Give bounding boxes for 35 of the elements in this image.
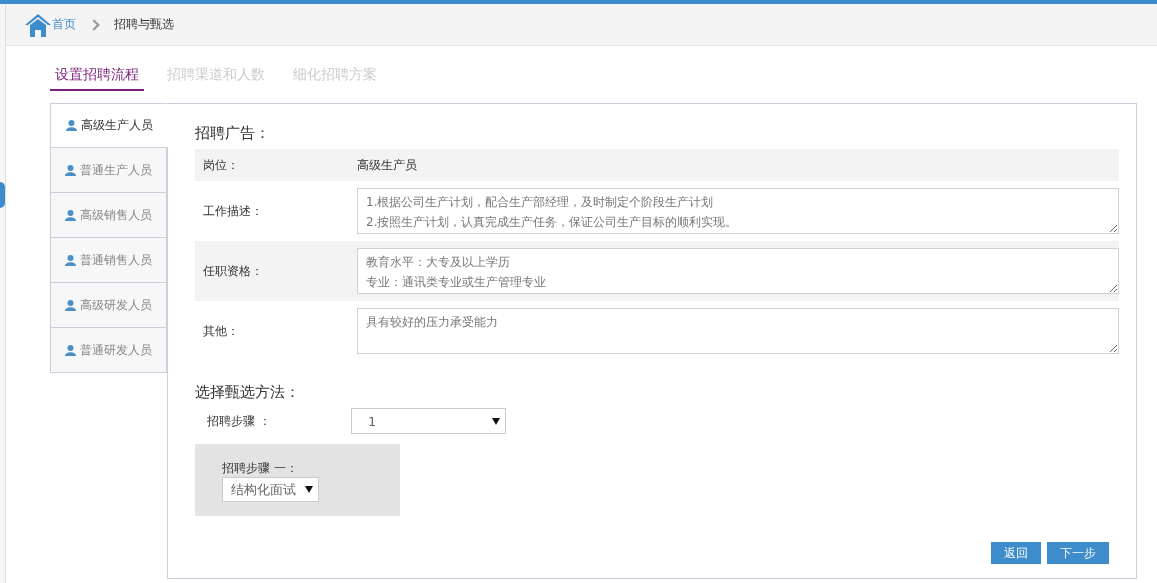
action-button[interactable]: 返回 bbox=[991, 542, 1041, 564]
home-link[interactable]: 首页 bbox=[52, 16, 76, 33]
user-icon bbox=[65, 344, 76, 356]
field-label: 招聘步骤 一： bbox=[222, 460, 299, 477]
tab[interactable]: 设置招聘流程 bbox=[50, 64, 144, 91]
field-value: 高级生产员 bbox=[357, 156, 417, 174]
user-icon bbox=[65, 209, 76, 221]
sidebar-item[interactable]: 高级生产人员 bbox=[50, 103, 168, 148]
user-icon bbox=[65, 299, 76, 311]
home-icon[interactable] bbox=[24, 11, 52, 38]
text-area[interactable]: 1.根据公司生产计划，配合生产部经理，及时制定个阶段生产计划 2.按照生产计划，认真完成生产任务，保证公司生产目标的顺利实现。 bbox=[357, 188, 1119, 234]
field-label: 任职资格： bbox=[202, 262, 264, 280]
user-icon bbox=[65, 164, 76, 176]
section-title: 选择甄选方法： bbox=[195, 383, 301, 402]
dropdown[interactable]: 1 bbox=[351, 408, 506, 434]
field-label: 工作描述： bbox=[202, 202, 264, 220]
user-icon bbox=[65, 254, 76, 266]
section-title: 招聘广告： bbox=[195, 124, 271, 143]
field-label: 招聘步骤 ： bbox=[207, 412, 272, 430]
sidebar-item[interactable]: 高级销售人员 bbox=[50, 193, 167, 238]
action-button[interactable]: 下一步 bbox=[1047, 542, 1109, 564]
dropdown[interactable]: 结构化面试 bbox=[222, 477, 319, 502]
caret-icon bbox=[492, 417, 500, 425]
collapse-handle[interactable] bbox=[0, 182, 5, 208]
text-area[interactable]: 具有较好的压力承受能力 bbox=[357, 308, 1119, 354]
user-icon bbox=[65, 120, 77, 131]
caret-icon bbox=[305, 486, 313, 493]
sidebar-item[interactable]: 普通研发人员 bbox=[50, 328, 167, 373]
field-label: 其他： bbox=[202, 322, 240, 340]
field-label: 岗位： bbox=[202, 156, 240, 174]
sidebar-item[interactable]: 普通销售人员 bbox=[50, 238, 167, 283]
sidebar-item[interactable]: 高级研发人员 bbox=[50, 283, 167, 328]
breadcrumb-current: 招聘与甄选 bbox=[114, 16, 174, 33]
sidebar-item[interactable]: 普通生产人员 bbox=[50, 148, 167, 193]
text-area[interactable]: 教育水平：大专及以上学历 专业：通讯类专业或生产管理专业 bbox=[357, 248, 1119, 294]
